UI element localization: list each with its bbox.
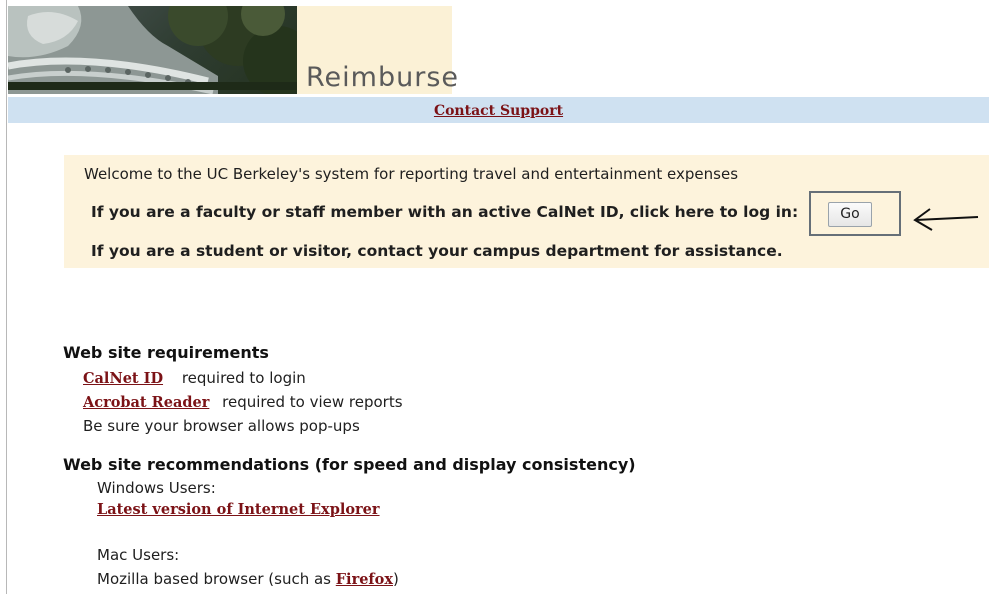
requirements-heading: Web site requirements xyxy=(63,343,269,362)
go-login-button[interactable]: Go xyxy=(828,202,872,227)
mozilla-prefix: Mozilla based browser (such as xyxy=(97,570,336,588)
mozilla-suffix: ) xyxy=(393,570,399,588)
sather-gate-banner-image xyxy=(8,6,297,94)
ie-recommendation-row: Latest version of Internet Explorer xyxy=(97,500,380,518)
welcome-panel: Welcome to the UC Berkeley's system for … xyxy=(64,155,989,268)
firefox-link[interactable]: Firefox xyxy=(336,571,393,588)
calnet-id-link[interactable]: CalNet ID xyxy=(83,370,163,387)
windows-users-label: Windows Users: xyxy=(97,479,216,497)
contact-support-link[interactable]: Contact Support xyxy=(434,103,563,119)
login-prompt: If you are a faculty or staff member wit… xyxy=(91,203,799,221)
popups-requirement: Be sure your browser allows pop-ups xyxy=(83,417,360,435)
mozilla-recommendation-row: Mozilla based browser (such as Firefox) xyxy=(97,570,399,588)
acrobat-requirement-note: required to view reports xyxy=(222,393,403,411)
mac-users-label: Mac Users: xyxy=(97,546,180,564)
page-left-border xyxy=(6,0,7,594)
student-visitor-notice: If you are a student or visitor, contact… xyxy=(91,242,783,260)
welcome-message: Welcome to the UC Berkeley's system for … xyxy=(84,165,739,183)
internet-explorer-link[interactable]: Latest version of Internet Explorer xyxy=(97,501,380,518)
calnet-requirement-note: required to login xyxy=(181,369,306,387)
acrobat-reader-link[interactable]: Acrobat Reader xyxy=(83,394,209,411)
arrow-left-icon xyxy=(913,208,979,231)
recommendations-heading: Web site recommendations (for speed and … xyxy=(63,455,636,474)
acrobat-requirement-row: Acrobat Reader required to view reports xyxy=(83,393,403,411)
app-title: Reimburse xyxy=(306,62,459,93)
site-header: Reimburse xyxy=(8,6,989,96)
calnet-requirement-row: CalNet ID required to login xyxy=(83,369,306,387)
support-bar: Contact Support xyxy=(8,97,989,123)
